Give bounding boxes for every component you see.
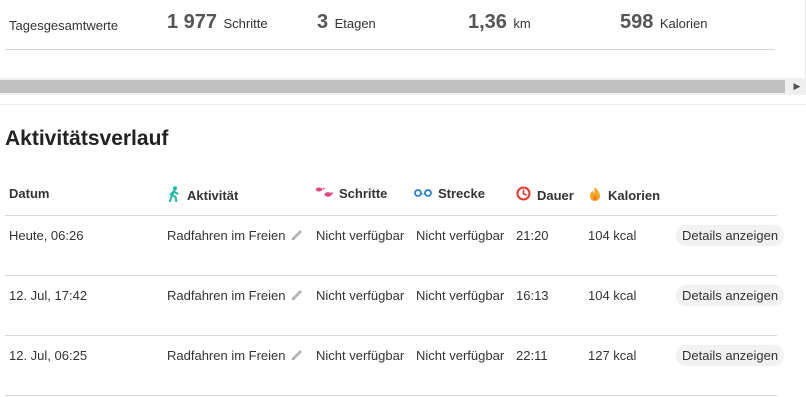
column-header-steps: Schritte xyxy=(315,186,387,201)
history-title: Aktivitätsverlauf xyxy=(5,127,169,150)
column-header-activity: Aktivität xyxy=(167,186,238,205)
row-distance: Nicht verfügbar xyxy=(416,288,505,303)
row-duration: 16:13 xyxy=(516,288,549,303)
details-button[interactable]: Details anzeigen xyxy=(676,225,785,246)
summary-divider xyxy=(5,49,775,50)
details-button[interactable]: Details anzeigen xyxy=(676,285,785,306)
row-duration: 21:20 xyxy=(516,228,549,243)
column-header-calories-label: Kalorien xyxy=(608,188,661,203)
column-header-distance: Strecke xyxy=(414,186,485,201)
horizontal-scrollbar[interactable]: ▶ xyxy=(0,78,806,95)
metric-calories-unit: Kalorien xyxy=(659,16,708,31)
header-divider xyxy=(5,215,777,216)
metric-floors-value: 3 xyxy=(317,11,329,33)
pencil-icon[interactable] xyxy=(290,228,304,245)
column-header-calories: Kalorien xyxy=(588,186,660,205)
row-steps: Nicht verfügbar xyxy=(316,228,405,243)
footprints-icon xyxy=(315,186,333,201)
row-activity: Radfahren im Freien xyxy=(167,348,304,365)
row-activity-label: Radfahren im Freien xyxy=(167,228,286,243)
row-divider xyxy=(5,335,777,336)
row-date: Heute, 06:26 xyxy=(9,228,84,243)
row-divider xyxy=(5,395,777,396)
metric-distance-value: 1,36 xyxy=(468,11,507,33)
metric-distance: 1,36 km xyxy=(468,11,531,34)
row-activity-label: Radfahren im Freien xyxy=(167,348,286,363)
metric-distance-unit: km xyxy=(513,16,531,31)
scrollbar-thumb[interactable] xyxy=(0,80,785,93)
flame-icon xyxy=(588,186,602,205)
metric-steps-unit: Schritte xyxy=(223,16,268,31)
row-distance: Nicht verfügbar xyxy=(416,348,505,363)
column-header-steps-label: Schritte xyxy=(339,186,388,201)
scroll-right-arrow-icon[interactable]: ▶ xyxy=(790,80,804,93)
row-activity-label: Radfahren im Freien xyxy=(167,288,286,303)
section-divider xyxy=(0,104,806,105)
row-activity: Radfahren im Freien xyxy=(167,288,304,305)
column-header-duration: Dauer xyxy=(516,186,574,204)
column-header-distance-label: Strecke xyxy=(438,186,485,201)
clock-icon xyxy=(516,186,531,204)
daily-summary: Tagesgesamtwerte 1 977 Schritte 3 Etagen… xyxy=(0,0,806,80)
row-date: 12. Jul, 17:42 xyxy=(9,288,88,303)
row-steps: Nicht verfügbar xyxy=(316,288,405,303)
row-activity: Radfahren im Freien xyxy=(167,228,304,245)
metric-steps: 1 977 Schritte xyxy=(167,11,268,34)
row-distance: Nicht verfügbar xyxy=(416,228,505,243)
column-header-date: Datum xyxy=(9,186,49,201)
walking-person-icon xyxy=(167,186,181,205)
pencil-icon[interactable] xyxy=(290,348,304,365)
summary-label: Tagesgesamtwerte xyxy=(9,18,119,33)
row-calories: 104 kcal xyxy=(588,288,637,303)
column-header-date-label: Datum xyxy=(9,186,50,201)
metric-calories: 598 Kalorien xyxy=(620,11,708,34)
row-calories: 104 kcal xyxy=(588,228,637,243)
metric-floors: 3 Etagen xyxy=(317,11,376,34)
route-icon xyxy=(414,186,432,201)
row-steps: Nicht verfügbar xyxy=(316,348,405,363)
column-header-activity-label: Aktivität xyxy=(187,188,239,203)
row-date: 12. Jul, 06:25 xyxy=(9,348,88,363)
row-duration: 22:11 xyxy=(516,348,548,363)
column-header-duration-label: Dauer xyxy=(537,187,574,203)
metric-floors-unit: Etagen xyxy=(334,16,376,31)
row-divider xyxy=(5,275,777,276)
metric-calories-value: 598 xyxy=(620,11,654,33)
details-button[interactable]: Details anzeigen xyxy=(676,345,785,366)
row-calories: 127 kcal xyxy=(588,348,637,363)
pencil-icon[interactable] xyxy=(290,288,304,305)
metric-steps-value: 1 977 xyxy=(167,11,218,33)
